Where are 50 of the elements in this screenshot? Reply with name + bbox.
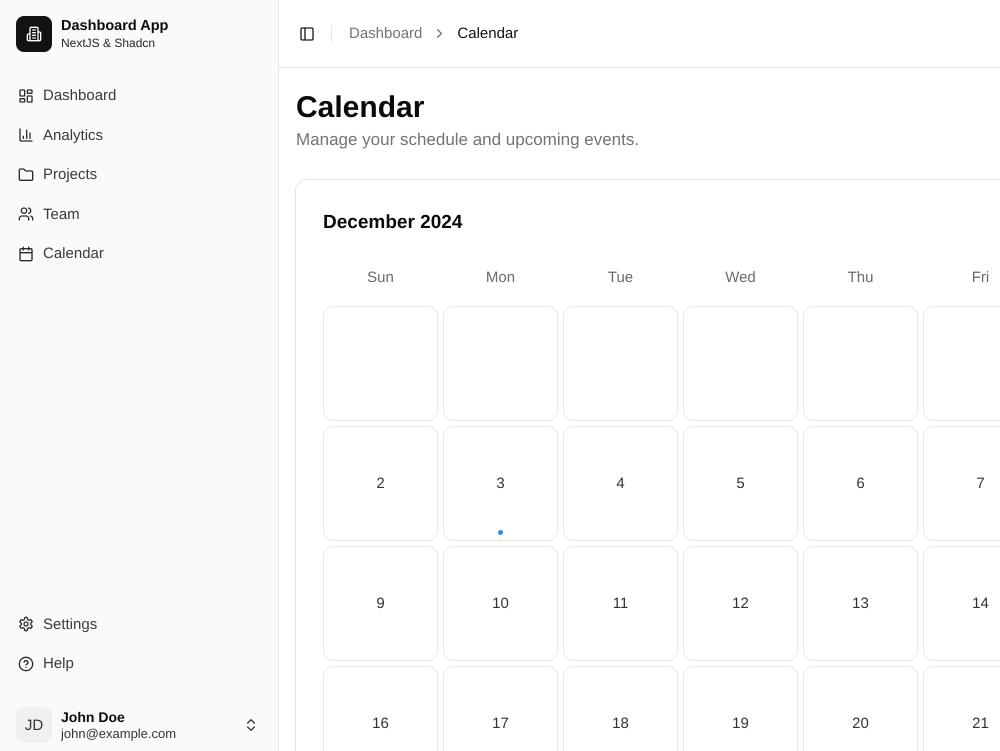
nav-item[interactable]: Analytics [8, 116, 270, 155]
weekday-label: Sun [367, 268, 394, 288]
calendar-icon [18, 246, 34, 262]
day-cell[interactable]: 18 [563, 666, 678, 751]
weekday-label: Mon [486, 268, 516, 288]
breadcrumb-item: Calendar [457, 25, 518, 42]
page-subtitle: Manage your schedule and upcoming events. [296, 129, 640, 151]
user-name: John Doe [61, 708, 125, 726]
day-cell[interactable]: 4 [563, 426, 678, 541]
weekday-label: Wed [725, 268, 756, 288]
settings-icon [18, 616, 34, 632]
day-cell[interactable]: 19 [683, 666, 798, 751]
day-cell[interactable]: 16 [323, 666, 438, 751]
sidebar-panel-icon [299, 26, 315, 42]
day-cell[interactable]: 10 [443, 546, 558, 661]
people-icon [18, 206, 34, 222]
app-name: Dashboard App [61, 17, 168, 35]
nav-item[interactable]: Dashboard [8, 76, 270, 116]
nav-item[interactable]: Settings [8, 604, 270, 644]
user-email: john@example.com [61, 726, 176, 742]
day-cell[interactable]: 7 [923, 426, 1000, 541]
day-cell[interactable]: 11 [563, 546, 678, 661]
month-title: December 2024 [323, 211, 462, 235]
building-icon [16, 16, 52, 52]
day-cell[interactable]: 20 [803, 666, 918, 751]
nav-item[interactable]: Projects [8, 155, 270, 194]
day-cell[interactable]: 3 [443, 426, 558, 541]
weekday-label: Thu [848, 268, 874, 288]
day-cell[interactable]: 5 [683, 426, 798, 541]
nav-item[interactable]: Help [8, 644, 270, 684]
day-cell[interactable]: 9 [323, 546, 438, 661]
day-cell[interactable]: 12 [683, 546, 798, 661]
weekday-label: Fri [972, 268, 990, 288]
help-icon [18, 656, 34, 672]
app-tagline: NextJS & Shadcn [61, 35, 156, 51]
day-cell[interactable]: 17 [443, 666, 558, 751]
day-cell[interactable]: 13 [803, 546, 918, 661]
breadcrumb-item[interactable]: Dashboard [349, 25, 422, 42]
nav-item[interactable]: Team [8, 194, 270, 234]
bar-chart-icon [18, 127, 34, 144]
page-title: Calendar [296, 90, 424, 126]
day-cell[interactable]: 21 [923, 666, 1000, 751]
day-cell[interactable]: 6 [803, 426, 918, 541]
day-cell[interactable]: 2 [323, 426, 438, 541]
grid-icon [18, 88, 34, 104]
nav-item[interactable]: Calendar [8, 234, 270, 274]
folder-icon [18, 166, 34, 183]
weekday-label: Tue [608, 268, 634, 288]
day-cell[interactable]: 14 [923, 546, 1000, 661]
user-avatar: JD [16, 707, 52, 743]
